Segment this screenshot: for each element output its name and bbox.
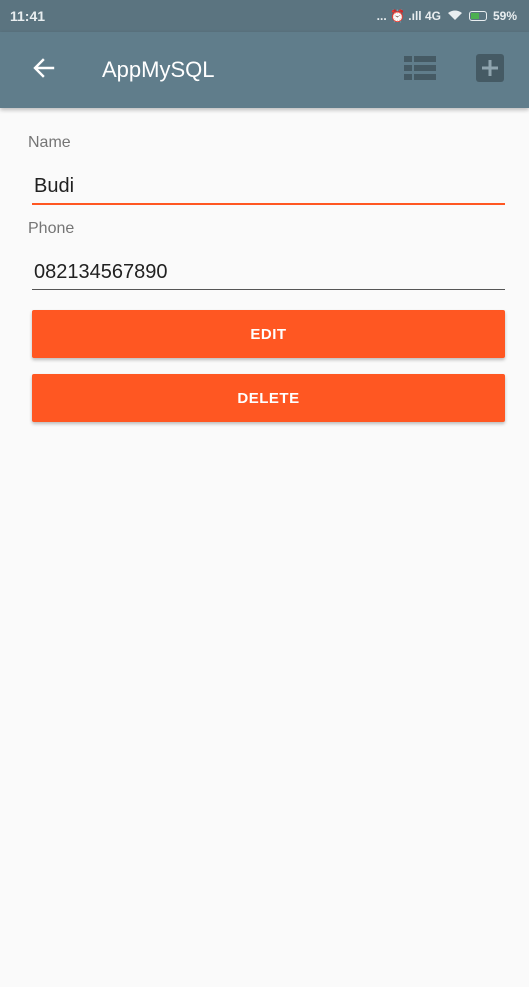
delete-button[interactable]: DELETE: [32, 374, 505, 422]
add-box-icon: [476, 53, 504, 87]
list-button[interactable]: [402, 55, 438, 85]
battery-percent: 59%: [492, 9, 517, 23]
battery-icon: [468, 11, 487, 21]
name-input[interactable]: [32, 170, 505, 202]
phone-label: Phone: [28, 220, 75, 237]
status-time: 11:41: [10, 8, 46, 24]
name-label: Name: [28, 134, 71, 151]
phone-input[interactable]: [32, 256, 505, 288]
arrow-back-icon: [33, 57, 55, 83]
status-bar: 11:41 ... ⏰ .ıll 4G 59%: [0, 0, 529, 32]
edit-button[interactable]: EDIT: [32, 310, 505, 358]
app-title: AppMySQL: [102, 57, 215, 82]
back-button[interactable]: [30, 56, 58, 84]
add-button[interactable]: [475, 53, 505, 87]
name-input-underline: [32, 203, 505, 205]
app-toolbar: AppMySQL: [0, 32, 529, 108]
status-indicators-group: ... ⏰ .ıll 4G 59%: [377, 9, 517, 24]
wifi-icon: [447, 9, 463, 24]
list-icon: [404, 55, 436, 85]
signal-indicators: ... ⏰ .ıll 4G: [376, 9, 441, 23]
phone-input-underline: [32, 289, 505, 290]
